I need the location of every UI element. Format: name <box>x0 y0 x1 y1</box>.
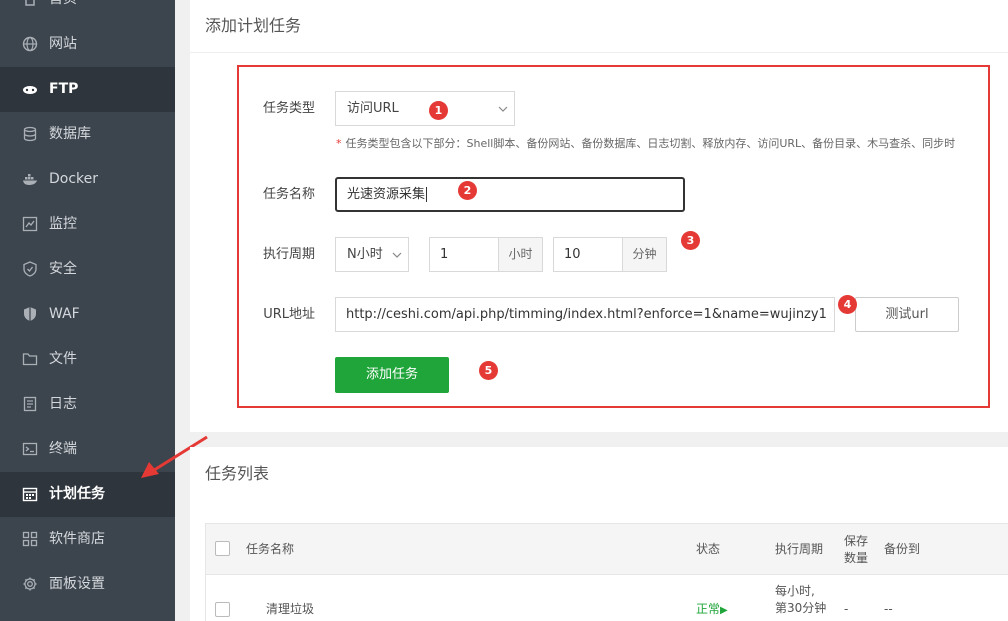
sidebar-item-ftp[interactable]: FTP <box>0 67 175 112</box>
sidebar-item-docker[interactable]: Docker <box>0 157 175 202</box>
sidebar-item-settings[interactable]: 面板设置 <box>0 562 175 607</box>
row-checkbox[interactable] <box>215 602 230 617</box>
annotation-badge: 5 <box>479 361 498 380</box>
chevron-down-icon <box>498 106 508 112</box>
row-period: 第30分钟 <box>775 601 827 615</box>
annotation-badge: 4 <box>838 295 857 314</box>
sidebar-item-database[interactable]: 数据库 <box>0 112 175 157</box>
sidebar-item-files[interactable]: 文件 <box>0 337 175 382</box>
annotation-badge: 3 <box>681 231 700 250</box>
log-icon <box>23 396 37 412</box>
column-header-period: 执行周期 <box>775 542 824 556</box>
database-icon <box>23 126 37 142</box>
url-label: URL地址 <box>263 307 315 322</box>
annotation-badge: 2 <box>458 181 477 200</box>
column-header-status: 状态 <box>696 542 721 556</box>
home-icon <box>25 0 35 6</box>
sidebar-item-label: 计划任务 <box>49 486 105 502</box>
gear-icon <box>23 577 37 591</box>
sidebar-item-waf[interactable]: WAF <box>0 292 175 337</box>
column-header-name: 任务名称 <box>246 542 295 556</box>
minutes-unit: 分钟 <box>622 237 667 272</box>
sidebar-item-label: 监控 <box>49 216 77 232</box>
sidebar-item-label: 面板设置 <box>49 576 105 592</box>
sidebar-item-label: 网站 <box>49 36 77 52</box>
url-input[interactable]: http://ceshi.com/api.php/timming/index.h… <box>335 297 835 332</box>
task-name-label: 任务名称 <box>262 187 315 202</box>
task-name-input[interactable]: 光速资源采集 <box>335 177 685 212</box>
sidebar: 首页 网站 FTP 数据库 Docker 监控 安全 WAF 文件 日志 终端 <box>0 0 175 621</box>
sidebar-item-label: 终端 <box>49 441 77 457</box>
sidebar-item-home[interactable]: 首页 <box>0 0 175 22</box>
calendar-icon <box>22 487 38 502</box>
task-type-label: 任务类型 <box>262 101 315 116</box>
sidebar-item-label: 软件商店 <box>49 531 105 547</box>
sidebar-item-logs[interactable]: 日志 <box>0 382 175 427</box>
sidebar-item-label: FTP <box>49 81 79 97</box>
row-period: 每小时, <box>775 584 815 598</box>
hours-input[interactable]: 1 <box>429 237 499 272</box>
sidebar-item-label: Docker <box>49 171 99 187</box>
hours-unit: 小时 <box>498 237 543 272</box>
divider <box>190 52 1008 53</box>
sidebar-item-label: 日志 <box>49 396 77 412</box>
monitor-icon <box>22 216 38 232</box>
row-status[interactable]: 正常▶ <box>696 601 728 619</box>
select-all-checkbox[interactable] <box>215 541 230 556</box>
period-value: N小时 <box>347 247 383 262</box>
task-type-value: 访问URL <box>347 101 399 116</box>
row-save: - <box>844 602 849 616</box>
test-url-button[interactable]: 测试url <box>855 297 959 332</box>
terminal-icon <box>22 442 38 456</box>
sidebar-item-label: 数据库 <box>49 126 91 142</box>
sidebar-item-website[interactable]: 网站 <box>0 22 175 67</box>
chevron-down-icon <box>392 252 402 258</box>
table-header: 任务名称 状态 执行周期 保存 数量 备份到 <box>205 523 1008 575</box>
task-type-select[interactable]: 访问URL <box>335 91 515 126</box>
column-header-save: 保存 <box>844 534 869 548</box>
page-title: 添加计划任务 <box>205 16 302 35</box>
sidebar-item-store[interactable]: 软件商店 <box>0 517 175 562</box>
task-type-hint: * 任务类型包含以下部分：Shell脚本、备份网站、备份数据库、日志切割、释放内存… <box>336 137 956 150</box>
table-row: 清理垃圾 正常▶ 每小时, 第30分钟 - -- <box>205 575 1008 621</box>
add-task-button[interactable]: 添加任务 <box>335 357 449 393</box>
section-title: 任务列表 <box>205 464 270 483</box>
minutes-input[interactable]: 10 <box>553 237 623 272</box>
sidebar-item-label: WAF <box>49 306 80 322</box>
period-select[interactable]: N小时 <box>335 237 409 272</box>
folder-icon <box>22 353 38 366</box>
column-header-save: 数量 <box>844 551 869 565</box>
sidebar-item-label: 文件 <box>49 351 77 367</box>
grid-icon <box>22 531 38 547</box>
sidebar-item-label: 首页 <box>49 0 77 9</box>
sidebar-item-label: 安全 <box>49 261 77 277</box>
row-backup: -- <box>884 602 893 616</box>
sidebar-item-security[interactable]: 安全 <box>0 247 175 292</box>
annotation-badge: 1 <box>429 101 448 120</box>
period-label: 执行周期 <box>262 247 315 262</box>
row-name: 清理垃圾 <box>266 602 315 616</box>
ftp-icon <box>23 86 37 94</box>
docker-icon <box>23 174 37 185</box>
globe-icon <box>22 36 38 52</box>
sidebar-item-monitor[interactable]: 监控 <box>0 202 175 247</box>
shield-icon <box>23 261 37 277</box>
waf-shield-icon <box>24 307 36 321</box>
play-icon: ▶ <box>720 605 728 616</box>
column-header-backup: 备份到 <box>884 542 921 556</box>
